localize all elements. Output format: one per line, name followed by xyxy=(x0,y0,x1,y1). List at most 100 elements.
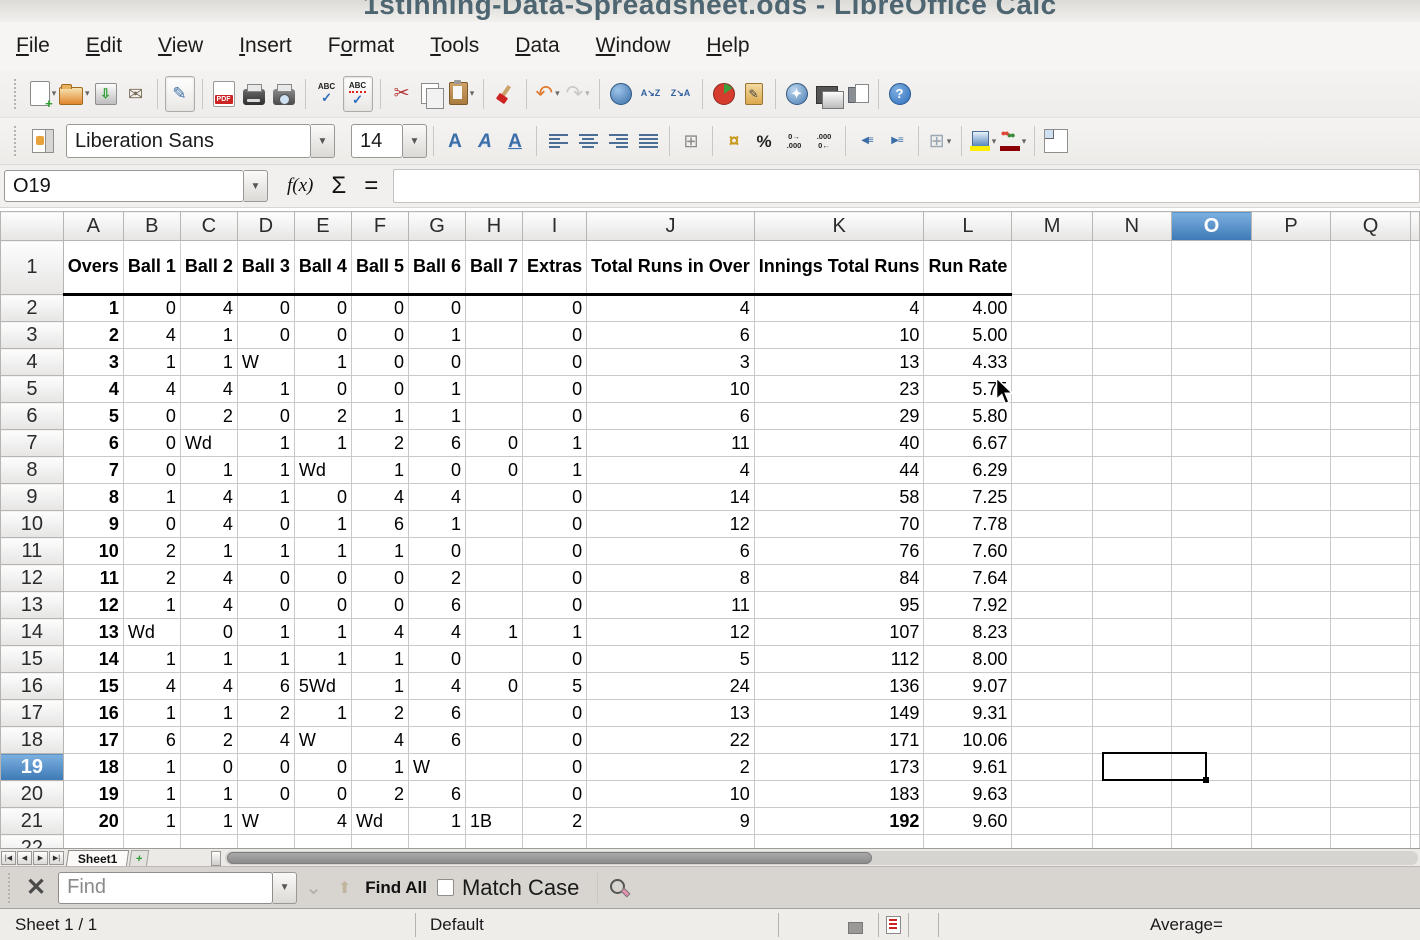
cell-N9[interactable] xyxy=(1092,484,1172,511)
cell-B21[interactable]: 1 xyxy=(123,808,180,835)
cell-L13[interactable]: 7.92 xyxy=(924,592,1012,619)
cell-F13[interactable]: 0 xyxy=(351,592,408,619)
cell-D2[interactable]: 0 xyxy=(237,295,294,322)
toolbar-grip[interactable] xyxy=(14,126,20,156)
percent-button[interactable]: % xyxy=(750,124,778,158)
cell-H20[interactable] xyxy=(466,781,523,808)
cell-M21[interactable] xyxy=(1012,808,1092,835)
column-header-Q[interactable]: Q xyxy=(1331,212,1411,241)
equals-icon[interactable]: = xyxy=(364,172,378,200)
cell-D6[interactable]: 0 xyxy=(237,403,294,430)
cell-C3[interactable]: 1 xyxy=(180,322,237,349)
cell-Q21[interactable] xyxy=(1331,808,1411,835)
cell-F12[interactable]: 0 xyxy=(351,565,408,592)
cell-P8[interactable] xyxy=(1251,457,1330,484)
cell-A21[interactable]: 20 xyxy=(63,808,123,835)
delete-decimal-button[interactable]: .000 0← xyxy=(810,124,838,158)
cell-L10[interactable]: 7.78 xyxy=(924,511,1012,538)
cell-C11[interactable]: 1 xyxy=(180,538,237,565)
cell-I20[interactable]: 0 xyxy=(523,781,587,808)
cell-M13[interactable] xyxy=(1012,592,1092,619)
cell-Q16[interactable] xyxy=(1331,673,1411,700)
menu-view[interactable]: View xyxy=(158,34,203,58)
cell-P1[interactable] xyxy=(1251,241,1330,295)
cell-H8[interactable]: 0 xyxy=(466,457,523,484)
cell-E3[interactable]: 0 xyxy=(294,322,351,349)
cell-D3[interactable]: 0 xyxy=(237,322,294,349)
cell-F10[interactable]: 6 xyxy=(351,511,408,538)
row-header-18[interactable]: 18 xyxy=(1,727,64,754)
cell[interactable] xyxy=(1012,835,1092,849)
row-header-1[interactable]: 1 xyxy=(1,241,64,295)
cell-G11[interactable]: 0 xyxy=(408,538,465,565)
menu-file[interactable]: File xyxy=(16,34,50,58)
cell-G9[interactable]: 4 xyxy=(408,484,465,511)
cell-O7[interactable] xyxy=(1172,430,1252,457)
cell-O14[interactable] xyxy=(1172,619,1252,646)
row-header-13[interactable]: 13 xyxy=(1,592,64,619)
cell-A16[interactable]: 15 xyxy=(63,673,123,700)
cell-O12[interactable] xyxy=(1172,565,1252,592)
cell-K15[interactable]: 112 xyxy=(754,646,924,673)
cell-J18[interactable]: 22 xyxy=(587,727,755,754)
cell-M11[interactable] xyxy=(1012,538,1092,565)
bold-button[interactable]: A xyxy=(441,124,469,158)
cell-M17[interactable] xyxy=(1012,700,1092,727)
menu-tools[interactable]: Tools xyxy=(430,34,479,58)
cell-A5[interactable]: 4 xyxy=(63,376,123,403)
column-header-M[interactable]: M xyxy=(1012,212,1092,241)
cell-D13[interactable]: 0 xyxy=(237,592,294,619)
menu-window[interactable]: Window xyxy=(596,34,671,58)
cell-C12[interactable]: 4 xyxy=(180,565,237,592)
cell-G8[interactable]: 0 xyxy=(408,457,465,484)
cell-C10[interactable]: 4 xyxy=(180,511,237,538)
cell-I11[interactable]: 0 xyxy=(523,538,587,565)
cell-P20[interactable] xyxy=(1251,781,1330,808)
cell-Q2[interactable] xyxy=(1331,295,1411,322)
cell-M3[interactable] xyxy=(1012,322,1092,349)
select-all-corner[interactable] xyxy=(1,212,64,241)
cell-P6[interactable] xyxy=(1251,403,1330,430)
cell-N10[interactable] xyxy=(1092,511,1172,538)
cell-N5[interactable] xyxy=(1092,376,1172,403)
cell-H11[interactable] xyxy=(466,538,523,565)
cell-J7[interactable]: 11 xyxy=(587,430,755,457)
cell-C9[interactable]: 4 xyxy=(180,484,237,511)
cell-M7[interactable] xyxy=(1012,430,1092,457)
cell-J11[interactable]: 6 xyxy=(587,538,755,565)
cell-A20[interactable]: 19 xyxy=(63,781,123,808)
cell-B17[interactable]: 1 xyxy=(123,700,180,727)
cell-F7[interactable]: 2 xyxy=(351,430,408,457)
cell-B8[interactable]: 0 xyxy=(123,457,180,484)
menu-data[interactable]: Data xyxy=(515,34,559,58)
cell-I12[interactable]: 0 xyxy=(523,565,587,592)
cell-H19[interactable] xyxy=(466,754,523,781)
cell-I16[interactable]: 5 xyxy=(523,673,587,700)
freeze-panes-button[interactable] xyxy=(1042,124,1070,158)
cell-G5[interactable]: 1 xyxy=(408,376,465,403)
cell-E4[interactable]: 1 xyxy=(294,349,351,376)
row-header-2[interactable]: 2 xyxy=(1,295,64,322)
cell-D19[interactable]: 0 xyxy=(237,754,294,781)
cell-E13[interactable]: 0 xyxy=(294,592,351,619)
cell-B11[interactable]: 2 xyxy=(123,538,180,565)
cell-N7[interactable] xyxy=(1092,430,1172,457)
export-pdf-button[interactable]: PDF xyxy=(210,77,238,111)
cell-L7[interactable]: 6.67 xyxy=(924,430,1012,457)
cell-N6[interactable] xyxy=(1092,403,1172,430)
menu-edit[interactable]: Edit xyxy=(86,34,122,58)
cell-J12[interactable]: 8 xyxy=(587,565,755,592)
cell-P15[interactable] xyxy=(1251,646,1330,673)
row-header-20[interactable]: 20 xyxy=(1,781,64,808)
cell-G6[interactable]: 1 xyxy=(408,403,465,430)
cell-H12[interactable] xyxy=(466,565,523,592)
cell-K9[interactable]: 58 xyxy=(754,484,924,511)
cell-N15[interactable] xyxy=(1092,646,1172,673)
column-header-D[interactable]: D xyxy=(237,212,294,241)
cell-Q19[interactable] xyxy=(1331,754,1411,781)
cell-B15[interactable]: 1 xyxy=(123,646,180,673)
add-sheet-button[interactable]: + xyxy=(129,850,150,867)
cell-N2[interactable] xyxy=(1092,295,1172,322)
formula-input[interactable] xyxy=(393,169,1420,203)
find-input[interactable]: Find xyxy=(58,872,273,904)
